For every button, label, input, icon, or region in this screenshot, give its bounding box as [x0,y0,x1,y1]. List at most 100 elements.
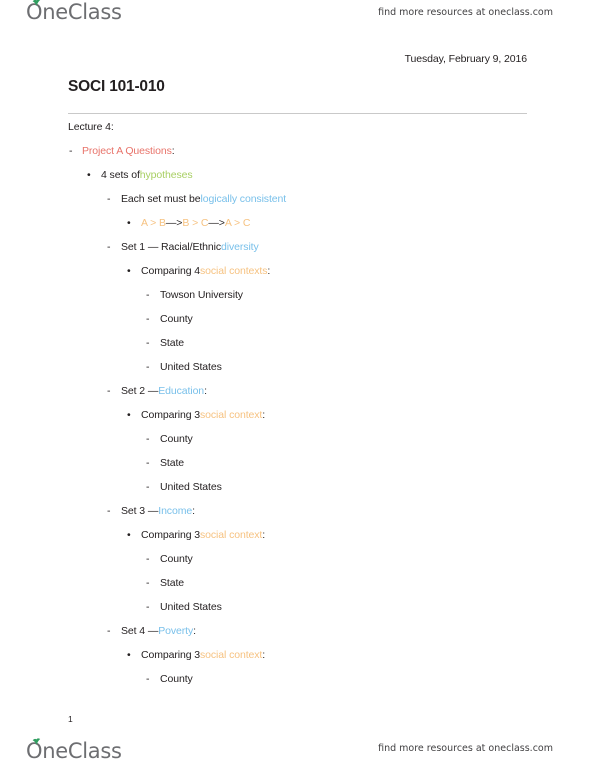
outline-item: • Comparing 3 social context: [68,643,555,667]
outline-text: United States [160,601,222,613]
outline-text: social context [200,529,263,541]
outline-text: : [267,265,271,277]
outline-text: Poverty [158,625,194,637]
outline-item: - Set 2 — Education: [68,379,555,403]
outline-text: —> [208,217,225,229]
bullet-dash-marker: - [146,433,150,445]
outline-text: B > C [182,217,209,229]
bullet-dash-marker: - [107,385,111,397]
bullet-dash-marker: - [146,361,150,373]
outline-text: : [262,649,266,661]
bullet-dash-marker: - [146,601,150,613]
bullet-dash-marker: - [146,577,150,589]
bullet-dash-marker: - [107,625,111,637]
outline-item: - State [68,571,555,595]
outline-item: - County [68,427,555,451]
outline-text: : [192,505,195,517]
bullet-dot-marker: • [127,529,131,541]
header-resources-text: find more resources at oneclass.com [378,7,553,18]
outline-text: State [160,337,185,349]
outline-item: • 4 sets of hypotheses [68,163,555,187]
outline-item: Lecture 4: [68,116,555,139]
outline-text: logically consistent [200,193,287,205]
bullet-dash-marker: - [107,193,111,205]
footer-resources-text: find more resources at oneclass.com [378,743,553,754]
outline-text: County [160,313,193,325]
outline-item: • Comparing 3 social context: [68,523,555,547]
page-title: SOCI 101-010 [68,78,165,95]
outline-text: State [160,577,185,589]
outline-text: social context [200,649,263,661]
outline-text: County [160,553,193,565]
outline-text: : [171,145,175,157]
outline-item: - County [68,667,555,691]
bullet-dash-marker: - [146,337,150,349]
outline-text: : [262,529,266,541]
outline-item: - United States [68,595,555,619]
outline-text: : [262,409,266,421]
outline-text: Education [158,385,205,397]
outline-item: - Set 4 — Poverty: [68,619,555,643]
title-divider [68,113,527,114]
outline-text: Lecture 4: [68,121,114,133]
outline-item: - County [68,307,555,331]
oneclass-logo-footer: OneClass [26,738,122,762]
leaf-icon [32,0,41,6]
outline-item: - Set 1 — Racial/Ethnic diversity [68,235,555,259]
outline-item: - County [68,547,555,571]
bullet-dash-marker: - [146,457,150,469]
document-date: Tuesday, February 9, 2016 [404,53,528,65]
outline-item: - United States [68,355,555,379]
outline-text: Comparing 3 [141,409,201,421]
bullet-dash-marker: - [107,505,111,517]
outline-text: A > B [141,217,166,229]
bullet-dash-marker: - [146,313,150,325]
outline-item: - United States [68,475,555,499]
outline-item: - Towson University [68,283,555,307]
outline-text: United States [160,481,222,493]
bullet-dash-marker: - [146,553,150,565]
outline-text: Set 3 — [121,505,159,517]
lecture-outline: Lecture 4: - Project A Questions: • 4 sets o… [68,116,555,691]
outline-text: Set 1 — Racial/Ethnic [121,241,222,253]
outline-item: • A > B —> B > C —> A > C [68,211,555,235]
outline-item: - State [68,451,555,475]
outline-text: Towson University [160,289,243,301]
outline-text: hypotheses [139,169,193,181]
outline-text: 4 sets of [101,169,140,181]
outline-text: Set 2 — [121,385,159,397]
outline-text: County [160,433,193,445]
outline-text: : [204,385,207,397]
outline-item: - Each set must be logically consistent [68,187,555,211]
outline-item: - Set 3 — Income: [68,499,555,523]
outline-text: Comparing 4 [141,265,201,277]
outline-text: Project A Questions [82,145,172,157]
outline-text: Each set must be [121,193,201,205]
outline-text: : [193,625,196,637]
outline-item: - State [68,331,555,355]
leaf-icon [32,738,41,745]
bullet-dash-marker: - [146,289,150,301]
outline-text: United States [160,361,222,373]
bullet-dot-marker: • [87,169,91,181]
bullet-dot-marker: • [127,409,131,421]
bullet-dash-marker: - [69,145,73,157]
outline-text: diversity [221,241,259,253]
outline-text: Income [158,505,193,517]
outline-text: A > C [224,217,251,229]
oneclass-logo: OneClass [26,0,122,23]
outline-text: —> [165,217,183,229]
outline-text: Comparing 3 [141,649,201,661]
outline-text: social contexts [200,265,268,277]
outline-text: social context [200,409,263,421]
bullet-dot-marker: • [127,649,131,661]
bullet-dot-marker: • [127,265,131,277]
outline-text: Set 4 — [121,625,159,637]
footer-brand: OneClass [26,738,122,762]
outline-item: • Comparing 3 social context: [68,403,555,427]
bullet-dash-marker: - [146,481,150,493]
outline-item: • Comparing 4 social contexts: [68,259,555,283]
outline-text: State [160,457,185,469]
outline-text: County [160,673,193,685]
outline-item: - Project A Questions: [68,139,555,163]
